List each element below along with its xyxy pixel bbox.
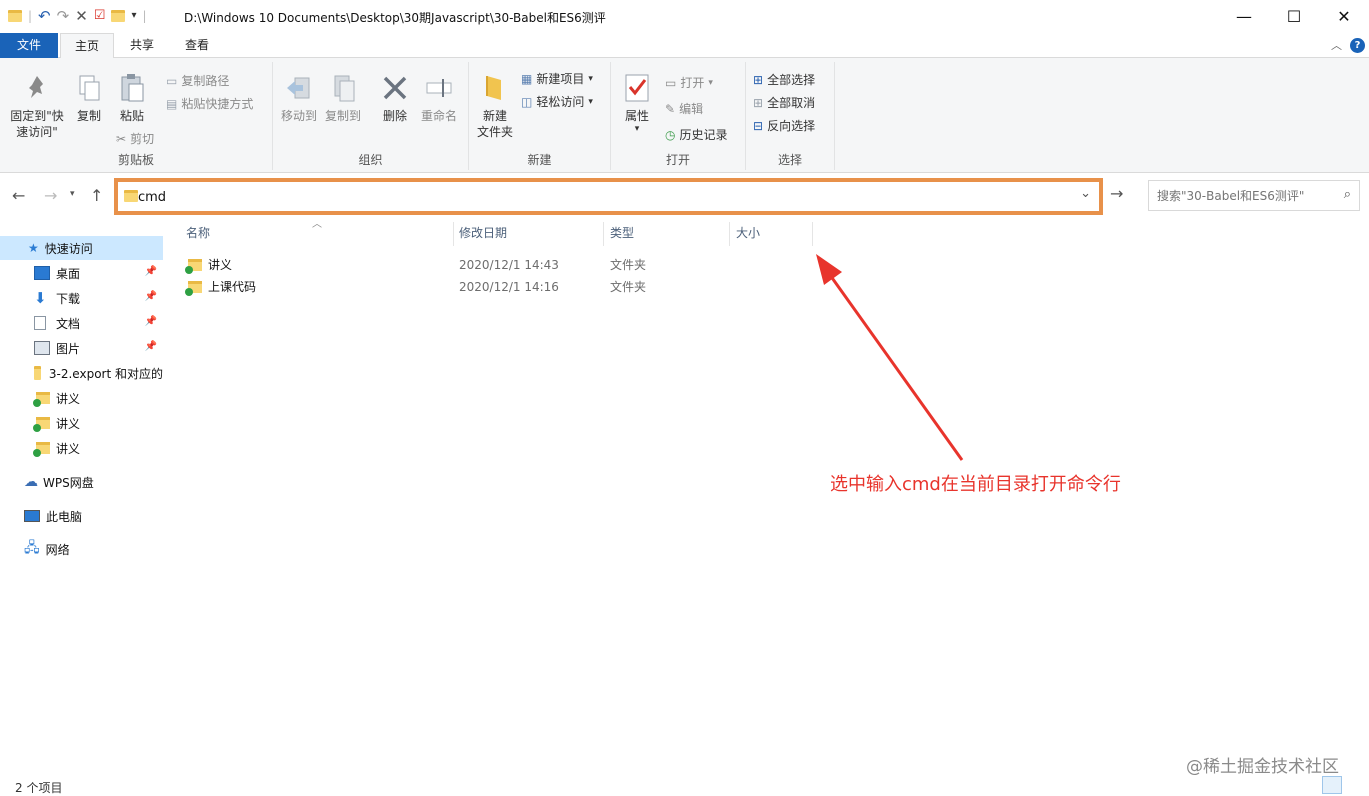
view-switcher — [1322, 776, 1364, 794]
watermark: @稀土掘金技术社区 — [1186, 757, 1339, 777]
annotation-arrow — [816, 254, 964, 461]
details-view-icon[interactable] — [1322, 776, 1342, 794]
annotation-text: 选中输入cmd在当前目录打开命令行 — [830, 474, 1121, 495]
status-item-count: 2 个项目 — [15, 781, 63, 795]
large-icons-view-icon[interactable] — [1344, 776, 1364, 794]
